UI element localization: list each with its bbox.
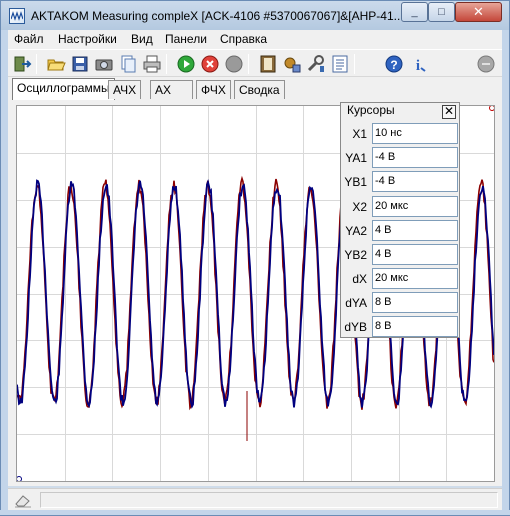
cursor-row-dx: dX 20 мкс — [341, 268, 459, 290]
disabled-icon[interactable] — [476, 54, 496, 74]
cursor-row-ya2: YA2 4 В — [341, 220, 459, 242]
minimize-button[interactable]: _ — [401, 2, 428, 22]
cursor-field-dyb[interactable]: 8 В — [372, 316, 458, 337]
cursors-panel: Курсоры ✕ X1 10 нс YA1 -4 В YB1 -4 В X2 … — [340, 102, 460, 338]
cursor-row-dyb: dYB 8 В — [341, 316, 459, 338]
cursor-marker — [489, 106, 494, 111]
toolbar: ? i — [8, 49, 502, 77]
svg-text:?: ? — [390, 58, 397, 72]
tab-afc[interactable]: АЧХ — [108, 80, 142, 99]
settings-icon[interactable] — [282, 54, 302, 74]
tab-oscillograms[interactable]: Осциллограммы — [12, 78, 115, 100]
cursors-title: Курсоры — [347, 103, 395, 117]
toolbar-separator — [36, 54, 37, 74]
menu-help[interactable]: Справка — [220, 32, 267, 46]
window-frame-right — [502, 30, 510, 516]
cursors-close-button[interactable]: ✕ — [442, 105, 456, 119]
menu-file[interactable]: Файл — [14, 32, 44, 46]
camera-icon[interactable] — [94, 54, 114, 74]
eraser-icon[interactable] — [14, 492, 32, 508]
cursor-row-yb2: YB2 4 В — [341, 244, 459, 266]
window-frame-left — [0, 30, 8, 516]
menu-panels[interactable]: Панели — [165, 32, 207, 46]
cursor-label: dX — [352, 272, 367, 286]
cursor-label: YA2 — [345, 224, 367, 238]
cursor-row-yb1: YB1 -4 В — [341, 171, 459, 193]
window-title: AKTAKOM Measuring compleX [ACK-4106 #537… — [31, 9, 401, 23]
cursor-label: YB1 — [344, 175, 367, 189]
cursor-field-ya2[interactable]: 4 В — [372, 220, 458, 241]
info-icon[interactable]: i — [408, 54, 428, 74]
print-icon[interactable] — [142, 54, 162, 74]
help-icon[interactable]: ? — [384, 54, 404, 74]
toolbar-separator — [248, 54, 249, 74]
toolbar-separator — [166, 54, 167, 74]
cursor-row-x2: X2 20 мкс — [341, 196, 459, 218]
tools-icon[interactable] — [306, 54, 326, 74]
cursor-field-x1[interactable]: 10 нс — [372, 123, 458, 144]
cursor-label: X1 — [352, 127, 367, 141]
cursor-row-ya1: YA1 -4 В — [341, 147, 459, 169]
cursor-field-x2[interactable]: 20 мкс — [372, 196, 458, 217]
tab-ac[interactable]: АХ — [150, 80, 193, 99]
copy-icon[interactable] — [118, 54, 138, 74]
cursor-field-ya1[interactable]: -4 В — [372, 147, 458, 168]
panel-icon[interactable] — [258, 54, 278, 74]
cursor-label: YB2 — [344, 248, 367, 262]
cursor-field-yb2[interactable]: 4 В — [372, 244, 458, 265]
cursor-label: YA1 — [345, 151, 367, 165]
app-icon — [9, 8, 25, 24]
status-bar — [8, 488, 502, 510]
tab-pfc[interactable]: ФЧХ — [196, 80, 231, 99]
cursor-field-dx[interactable]: 20 мкс — [372, 268, 458, 289]
toolbar-separator — [354, 54, 355, 74]
cursor-row-x1: X1 10 нс — [341, 123, 459, 145]
cursor-label: dYA — [345, 296, 367, 310]
menu-bar: Файл Настройки Вид Панели Справка — [8, 30, 502, 49]
pause-icon[interactable] — [224, 54, 244, 74]
menu-settings[interactable]: Настройки — [58, 32, 117, 46]
open-folder-icon[interactable] — [46, 54, 66, 74]
exit-icon[interactable] — [12, 54, 32, 74]
cursor-field-yb1[interactable]: -4 В — [372, 171, 458, 192]
tab-bar: Осциллограммы АЧХ АХ ФЧХ Сводка — [8, 77, 502, 100]
stop-icon[interactable] — [200, 54, 220, 74]
cursor-row-dya: dYA 8 В — [341, 292, 459, 314]
close-button[interactable]: ✕ — [455, 2, 502, 22]
tab-summary[interactable]: Сводка — [234, 80, 285, 99]
status-panel — [40, 492, 498, 508]
list-icon[interactable] — [330, 54, 350, 74]
cursor-label: dYB — [344, 320, 367, 334]
run-icon[interactable] — [176, 54, 196, 74]
svg-text:i: i — [416, 58, 420, 74]
cursor-field-dya[interactable]: 8 В — [372, 292, 458, 313]
save-icon[interactable] — [70, 54, 90, 74]
cursor-marker — [17, 476, 22, 481]
menu-view[interactable]: Вид — [131, 32, 153, 46]
window-frame-bottom — [0, 510, 510, 516]
maximize-button[interactable]: □ — [428, 2, 455, 22]
title-bar[interactable]: AKTAKOM Measuring compleX [ACK-4106 #537… — [0, 0, 510, 30]
cursor-label: X2 — [352, 200, 367, 214]
